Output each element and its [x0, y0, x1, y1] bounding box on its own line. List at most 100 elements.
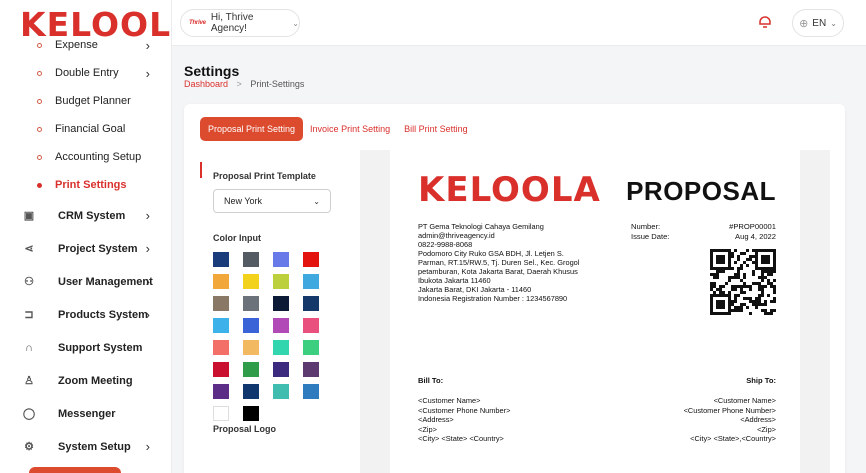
sidebar-item-crm-system[interactable]: ▣ CRM System › [0, 199, 171, 232]
issue-date-label: Issue Date: [631, 232, 670, 241]
color-swatch[interactable] [303, 384, 319, 399]
company-line: Ibukota Jakarta 11460 [418, 276, 491, 285]
sidebar-item-label: User Management [58, 275, 153, 288]
color-swatch[interactable] [243, 362, 259, 377]
tab-bill-print-setting[interactable]: Bill Print Setting [397, 117, 475, 141]
color-swatch[interactable] [303, 340, 319, 355]
sidebar-item-user-management[interactable]: ⚇ User Management › [0, 265, 171, 298]
sidebar-item-financial-goal[interactable]: Financial Goal [0, 115, 171, 143]
color-swatch[interactable] [303, 318, 319, 333]
chevron-down-icon: ⌄ [292, 18, 299, 28]
color-swatch[interactable] [273, 362, 289, 377]
sidebar-item-products-system[interactable]: ⊐ Products System › [0, 298, 171, 331]
notification-icon[interactable] [755, 13, 775, 33]
color-swatch[interactable] [213, 384, 229, 399]
ship-line: <Zip> [757, 424, 776, 434]
color-swatch[interactable] [303, 362, 319, 377]
ship-line: <Customer Name> [713, 396, 776, 405]
globe-icon: ⊕ [799, 17, 809, 30]
language-selector[interactable]: ⊕ EN ⌄ [792, 9, 844, 37]
color-swatch[interactable] [243, 296, 259, 311]
bill-line: <City> <State> <Country> [418, 434, 504, 444]
bill-line: <Customer Name> [418, 396, 481, 405]
sidebar-item-zoom-meeting[interactable]: ♙ Zoom Meeting [0, 364, 171, 397]
sidebar-item-label: Messenger [58, 407, 116, 420]
color-swatch[interactable] [273, 296, 289, 311]
company-line: admin@thriveagency.id [418, 231, 495, 240]
preview-area: KELOOLA PROPOSAL PT Gema Teknologi Cahay… [360, 150, 830, 473]
number-value: #PROP00001 [729, 222, 776, 231]
chevron-down-icon: ⌄ [313, 196, 320, 206]
sidebar-item-label: Project System [58, 242, 138, 255]
bullet-icon [37, 43, 42, 48]
color-swatch[interactable] [243, 384, 259, 399]
company-line: 0822-9988-8068 [418, 240, 473, 249]
ship-line: <Address> [740, 415, 776, 425]
breadcrumb-dashboard-link[interactable]: Dashboard [184, 79, 228, 89]
chevron-right-icon: › [145, 208, 150, 223]
color-swatch[interactable] [243, 274, 259, 289]
bill-line: <Customer Phone Number> [418, 405, 511, 415]
color-swatch[interactable] [273, 274, 289, 289]
sidebar-item-messenger[interactable]: ◯ Messenger [0, 397, 171, 430]
sidebar-item-budget-planner[interactable]: Budget Planner [0, 87, 171, 115]
color-swatch[interactable] [213, 296, 229, 311]
color-swatch[interactable] [213, 274, 229, 289]
color-swatch[interactable] [213, 318, 229, 333]
language-code: EN [812, 17, 827, 29]
bullet-icon [37, 99, 42, 104]
chevron-down-icon: ⌄ [830, 18, 837, 28]
bullet-icon [37, 71, 42, 76]
color-swatch[interactable] [243, 406, 259, 421]
crm-icon: ▣ [23, 210, 35, 222]
sidebar-item-label: CRM System [58, 209, 126, 222]
issue-date-row: Issue Date: Aug 4, 2022 [631, 232, 776, 242]
sidebar-item-expense[interactable]: Expense › [0, 31, 171, 59]
color-swatch[interactable] [273, 252, 289, 267]
user-menu-button[interactable]: Thrive Hi, Thrive Agency! ⌄ [180, 9, 300, 37]
color-swatch[interactable] [273, 384, 289, 399]
sidebar-item-project-system[interactable]: ⋖ Project System › [0, 232, 171, 265]
chevron-right-icon: › [145, 439, 150, 454]
color-swatch[interactable] [213, 340, 229, 355]
print-settings-card: Proposal Print Setting Invoice Print Set… [184, 104, 845, 473]
color-swatch[interactable] [303, 252, 319, 267]
ship-to-label: Ship To: [746, 376, 776, 385]
sidebar-item-print-settings[interactable]: Print Settings [0, 171, 171, 199]
color-swatch[interactable] [273, 340, 289, 355]
breadcrumb-current: Print-Settings [250, 79, 305, 89]
sidebar-item-double-entry[interactable]: Double Entry › [0, 59, 171, 87]
color-swatch[interactable] [243, 318, 259, 333]
color-swatch[interactable] [273, 318, 289, 333]
chat-icon: ◯ [22, 408, 36, 420]
color-swatch[interactable] [243, 252, 259, 267]
chevron-right-icon: › [145, 307, 150, 322]
color-swatch[interactable] [243, 340, 259, 355]
issue-date-value: Aug 4, 2022 [735, 232, 776, 241]
template-select[interactable]: New York ⌄ [213, 189, 331, 213]
color-swatch[interactable] [303, 274, 319, 289]
sidebar-item-system-setup[interactable]: ⚙ System Setup › [0, 430, 171, 463]
template-select-value: New York [224, 196, 263, 206]
upload-logo-button[interactable] [29, 467, 121, 473]
sidebar-item-support-system[interactable]: ∩ Support System [0, 331, 171, 364]
tab-invoice-print-setting[interactable]: Invoice Print Setting [303, 117, 397, 141]
number-row: Number: #PROP00001 [631, 222, 776, 232]
bill-line: <Zip> [418, 424, 437, 434]
company-line: PT Gema Teknologi Cahaya Gemilang [418, 222, 544, 231]
color-swatch[interactable] [213, 406, 229, 421]
greeting-text: Hi, Thrive Agency! [210, 12, 254, 34]
topbar: Thrive Hi, Thrive Agency! ⌄ ⊕ EN ⌄ [172, 0, 866, 46]
sidebar-item-label: Products System [58, 308, 148, 321]
color-swatch[interactable] [213, 362, 229, 377]
color-swatch[interactable] [213, 252, 229, 267]
ship-to-address: <Customer Name> <Customer Phone Number> … [684, 396, 776, 444]
tab-proposal-print-setting[interactable]: Proposal Print Setting [200, 117, 304, 141]
bullet-icon [37, 183, 42, 188]
company-line: Indonesia Registration Number : 12345678… [418, 294, 568, 303]
color-swatch[interactable] [303, 296, 319, 311]
cart-icon: ⊐ [24, 309, 34, 321]
sidebar: KELOOLA Expense › Double Entry › Budget … [0, 0, 172, 473]
sidebar-item-accounting-setup[interactable]: Accounting Setup [0, 143, 171, 171]
preview-logo: KELOOLA [418, 170, 601, 210]
